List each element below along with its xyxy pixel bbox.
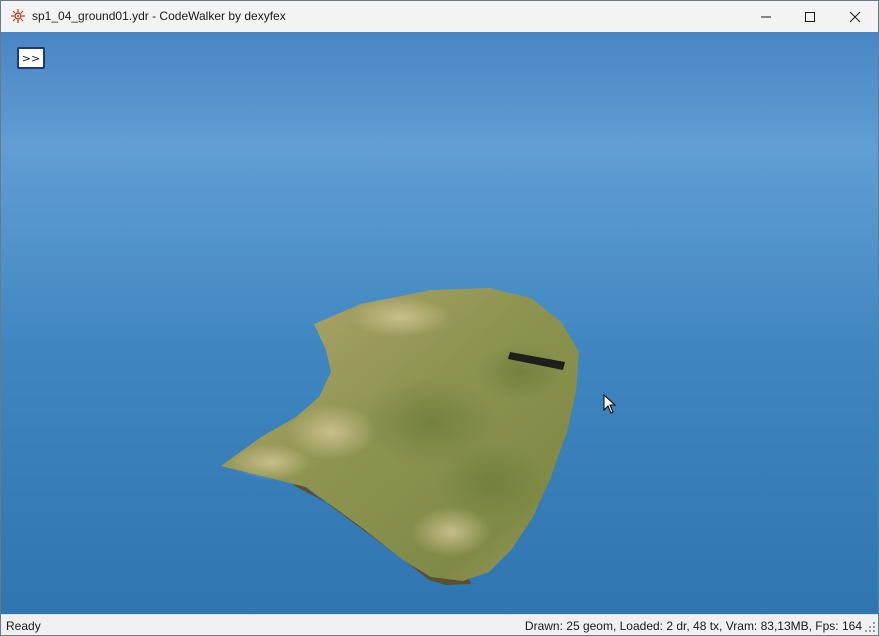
grass-patch: [476, 342, 566, 402]
mouse-pointer-icon: [603, 393, 617, 419]
resize-grip-icon[interactable]: [865, 622, 876, 633]
toggle-panel-button[interactable]: >>: [17, 47, 45, 69]
status-bar: Ready Drawn: 25 geom, Loaded: 2 dr, 48 t…: [1, 614, 878, 635]
codewalker-window: sp1_04_ground01.ydr - CodeWalker by dexy…: [0, 0, 879, 636]
render-stats: Drawn: 25 geom, Loaded: 2 dr, 48 tx, Vra…: [524, 619, 862, 633]
close-button[interactable]: [832, 1, 878, 32]
sand-patch: [411, 507, 491, 557]
sand-patch: [351, 297, 451, 337]
status-text: Ready: [6, 619, 41, 633]
minimize-icon: [761, 16, 771, 17]
minimize-button[interactable]: [743, 1, 789, 32]
codewalker-icon: [11, 9, 25, 23]
maximize-button[interactable]: [787, 1, 833, 32]
window-title: sp1_04_ground01.ydr - CodeWalker by dexy…: [32, 9, 286, 23]
maximize-icon: [805, 11, 815, 22]
title-bar[interactable]: sp1_04_ground01.ydr - CodeWalker by dexy…: [1, 1, 878, 32]
close-icon: [849, 11, 861, 22]
3d-viewport[interactable]: >>: [1, 32, 878, 614]
sand-patch: [231, 444, 311, 480]
scene-render: [1, 32, 878, 614]
